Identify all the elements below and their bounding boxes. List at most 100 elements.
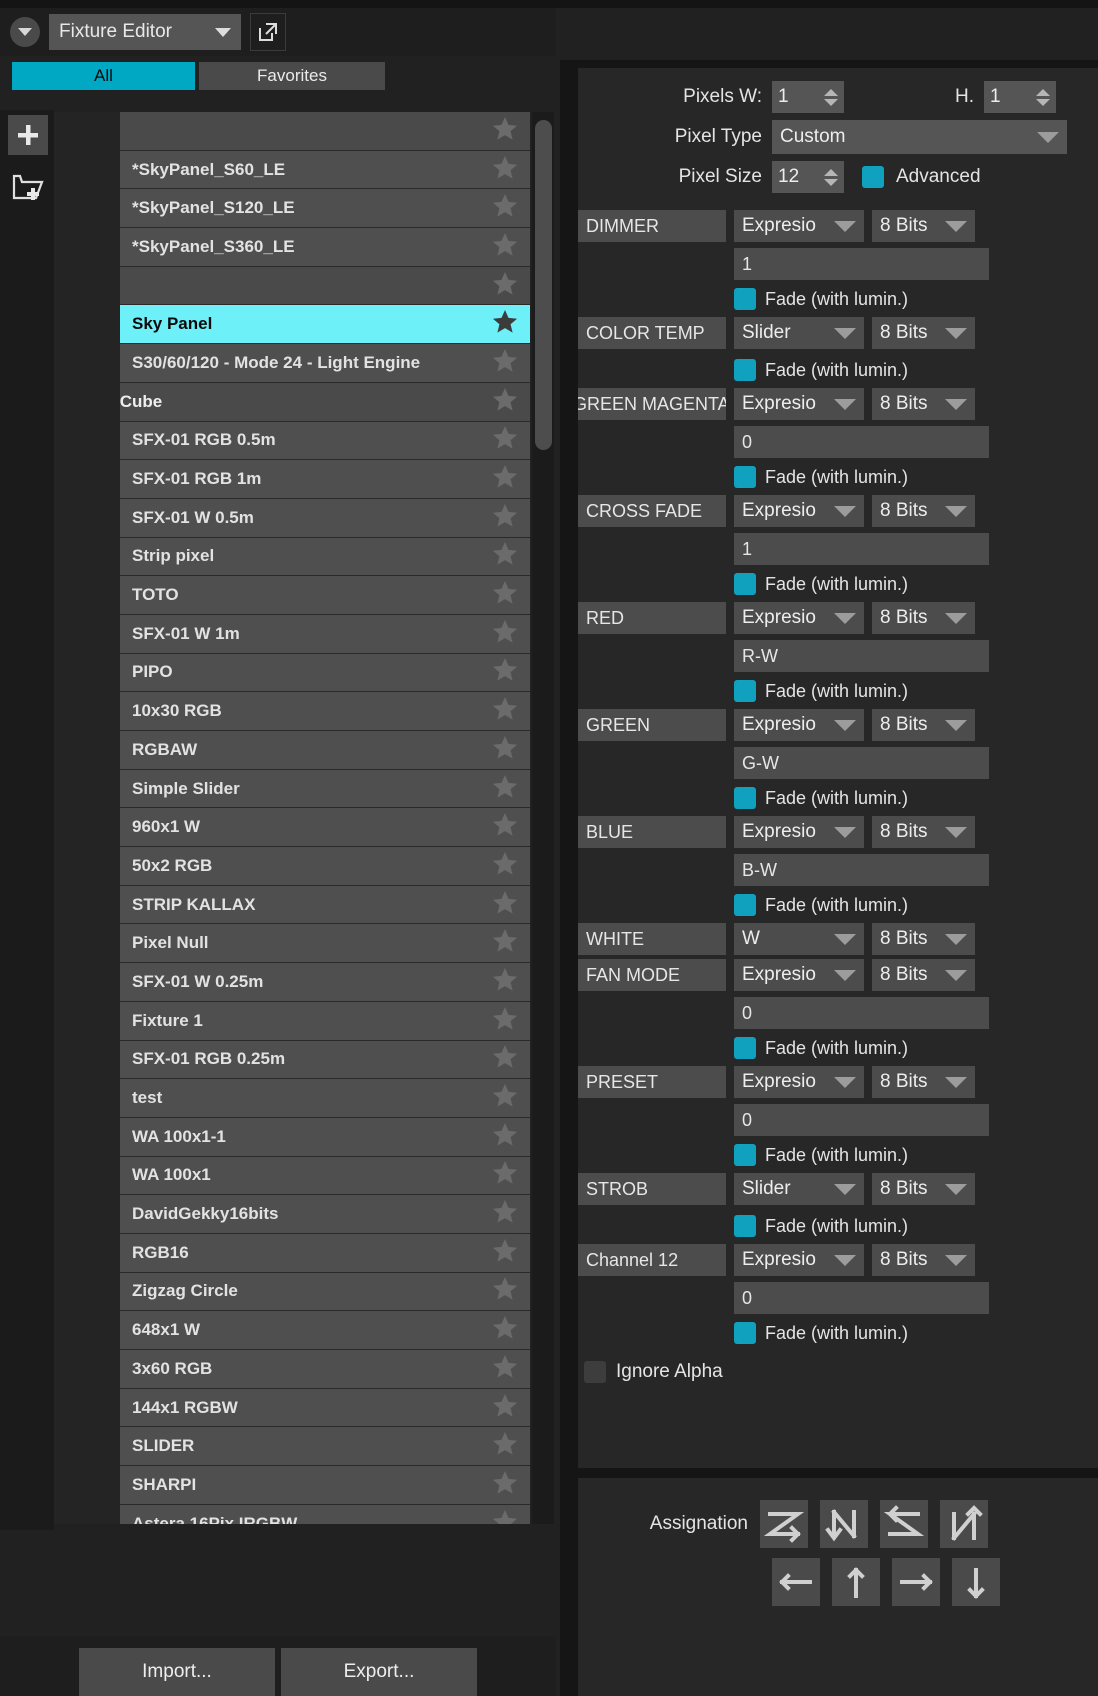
channel-bits-dropdown[interactable]: 8 Bits bbox=[872, 602, 975, 634]
favorite-star-icon[interactable] bbox=[490, 423, 520, 452]
favorite-star-button[interactable] bbox=[490, 191, 520, 225]
favorite-star-icon[interactable] bbox=[490, 1158, 520, 1187]
favorite-star-icon[interactable] bbox=[490, 1197, 520, 1226]
favorite-star-button[interactable] bbox=[490, 1042, 520, 1076]
fixture-list-item[interactable]: Sky Panel bbox=[120, 305, 530, 345]
favorite-star-button[interactable] bbox=[490, 539, 520, 573]
fade-checkbox[interactable] bbox=[734, 573, 756, 595]
favorite-star-button[interactable] bbox=[490, 346, 520, 380]
fixture-list-item[interactable]: 960x1 W bbox=[120, 808, 530, 848]
pixels-h-stepper[interactable]: 1 bbox=[984, 81, 1056, 113]
channel-type-dropdown[interactable]: Expresio bbox=[734, 210, 864, 242]
fixture-list-item[interactable]: Strip pixel bbox=[120, 537, 530, 577]
favorite-star-button[interactable] bbox=[490, 385, 520, 419]
favorite-star-icon[interactable] bbox=[490, 965, 520, 994]
fixture-group-row[interactable]: garageCube bbox=[54, 382, 530, 422]
channel-value-field[interactable]: B-W bbox=[734, 854, 989, 886]
channel-bits-dropdown[interactable]: 8 Bits bbox=[872, 1173, 975, 1205]
advanced-checkbox[interactable] bbox=[862, 166, 884, 188]
channel-bits-dropdown[interactable]: 8 Bits bbox=[872, 317, 975, 349]
fixture-list-item[interactable]: SFX-01 RGB 0.25m bbox=[120, 1040, 530, 1080]
fixture-list-item[interactable]: WA 100x1-1 bbox=[120, 1117, 530, 1157]
favorite-star-icon[interactable] bbox=[490, 617, 520, 646]
fade-checkbox[interactable] bbox=[734, 680, 756, 702]
favorite-star-icon[interactable] bbox=[490, 501, 520, 530]
channel-value-field[interactable]: 0 bbox=[734, 426, 989, 458]
favorite-star-icon[interactable] bbox=[490, 1004, 520, 1033]
channel-name-field[interactable]: PRESET bbox=[578, 1066, 726, 1098]
favorite-star-icon[interactable] bbox=[490, 1120, 520, 1149]
favorite-star-button[interactable] bbox=[490, 1507, 520, 1524]
channel-name-field[interactable]: FAN MODE bbox=[578, 959, 726, 991]
channel-value-field[interactable]: R-W bbox=[734, 640, 989, 672]
assignation-snake-up-icon-button[interactable] bbox=[940, 1500, 988, 1548]
channel-value-field[interactable]: G-W bbox=[734, 747, 989, 779]
channel-type-dropdown[interactable]: Slider bbox=[734, 317, 864, 349]
favorite-star-button[interactable] bbox=[490, 849, 520, 883]
tab-all[interactable]: All bbox=[12, 62, 195, 90]
fixture-list-item[interactable]: SFX-01 W 0.5m bbox=[120, 498, 530, 538]
favorite-star-button[interactable] bbox=[490, 501, 520, 535]
popout-window-button[interactable] bbox=[250, 13, 286, 51]
fixture-group-row[interactable]: Arri bbox=[54, 266, 530, 306]
favorite-star-icon[interactable] bbox=[490, 1042, 520, 1071]
fixture-list-item[interactable]: SHARPI bbox=[120, 1466, 530, 1505]
new-folder-button[interactable] bbox=[8, 165, 52, 209]
fade-checkbox[interactable] bbox=[734, 288, 756, 310]
favorite-star-icon[interactable] bbox=[490, 153, 520, 182]
favorite-star-icon[interactable] bbox=[490, 1429, 520, 1458]
favorite-star-button[interactable] bbox=[490, 1313, 520, 1347]
fixture-list-item[interactable]: *SkyPanel_S120_LE bbox=[120, 189, 530, 229]
favorite-star-icon[interactable] bbox=[490, 1391, 520, 1420]
channel-value-field[interactable]: 0 bbox=[734, 1104, 989, 1136]
favorite-star-icon[interactable] bbox=[490, 230, 520, 259]
channel-name-field[interactable]: Channel 12 bbox=[578, 1244, 726, 1276]
channel-name-field[interactable]: COLOR TEMP bbox=[578, 317, 726, 349]
fixture-list-item[interactable]: SLIDER bbox=[120, 1427, 530, 1467]
fade-checkbox[interactable] bbox=[734, 894, 756, 916]
assignation-zigzag-left-alt-icon-button[interactable] bbox=[772, 1558, 820, 1606]
channel-bits-dropdown[interactable]: 8 Bits bbox=[872, 959, 975, 991]
stepper-arrows-icon[interactable] bbox=[1036, 88, 1050, 106]
favorite-star-button[interactable] bbox=[490, 1274, 520, 1308]
favorite-star-icon[interactable] bbox=[490, 1274, 520, 1303]
fixture-group-row[interactable]: ARRI bbox=[54, 112, 530, 151]
assignation-snake-down-icon-button[interactable] bbox=[820, 1500, 868, 1548]
fade-checkbox[interactable] bbox=[734, 1037, 756, 1059]
favorite-star-icon[interactable] bbox=[490, 539, 520, 568]
favorite-star-icon[interactable] bbox=[490, 1468, 520, 1497]
fixture-list-item[interactable]: Fixture 1 bbox=[120, 1001, 530, 1041]
fixture-list-item[interactable]: WA 100x1 bbox=[120, 1156, 530, 1196]
assignation-zigzag-left-icon-button[interactable] bbox=[880, 1500, 928, 1548]
favorite-star-button[interactable] bbox=[490, 655, 520, 689]
pixel-size-stepper[interactable]: 12 bbox=[772, 161, 844, 193]
channel-value-field[interactable]: 1 bbox=[734, 248, 989, 280]
favorite-star-button[interactable] bbox=[490, 269, 520, 303]
channel-type-dropdown[interactable]: Expresio bbox=[734, 959, 864, 991]
favorite-star-button[interactable] bbox=[490, 1158, 520, 1192]
favorite-star-icon[interactable] bbox=[490, 578, 520, 607]
import-button[interactable]: Import... bbox=[79, 1648, 275, 1696]
export-button[interactable]: Export... bbox=[281, 1648, 477, 1696]
fixture-list-item[interactable]: TOTO bbox=[120, 576, 530, 615]
favorite-star-icon[interactable] bbox=[490, 1081, 520, 1110]
fixture-list[interactable]: ARRI *SkyPanel_S60_LE *SkyPanel_S120_LE *Sk… bbox=[54, 112, 530, 1524]
stepper-arrows-icon[interactable] bbox=[824, 88, 838, 106]
module-menu-button[interactable] bbox=[10, 17, 40, 47]
channel-name-field[interactable]: STROB bbox=[578, 1173, 726, 1205]
fixture-list-item[interactable]: RGB16 bbox=[120, 1233, 530, 1273]
favorite-star-icon[interactable] bbox=[490, 307, 520, 336]
channel-name-field[interactable]: BLUE bbox=[578, 816, 726, 848]
channel-type-dropdown[interactable]: Expresio bbox=[734, 602, 864, 634]
channel-value-field[interactable]: 0 bbox=[734, 997, 989, 1029]
favorite-star-button[interactable] bbox=[490, 1004, 520, 1038]
favorite-star-icon[interactable] bbox=[490, 694, 520, 723]
favorite-star-button[interactable] bbox=[490, 926, 520, 960]
channel-bits-dropdown[interactable]: 8 Bits bbox=[872, 709, 975, 741]
channel-bits-dropdown[interactable]: 8 Bits bbox=[872, 1066, 975, 1098]
favorite-star-button[interactable] bbox=[490, 965, 520, 999]
fixture-list-item[interactable]: 648x1 W bbox=[120, 1311, 530, 1350]
fixture-list-scrollbar-thumb[interactable] bbox=[535, 120, 552, 450]
fixture-list-item[interactable]: test bbox=[120, 1079, 530, 1118]
favorite-star-button[interactable] bbox=[490, 1429, 520, 1463]
